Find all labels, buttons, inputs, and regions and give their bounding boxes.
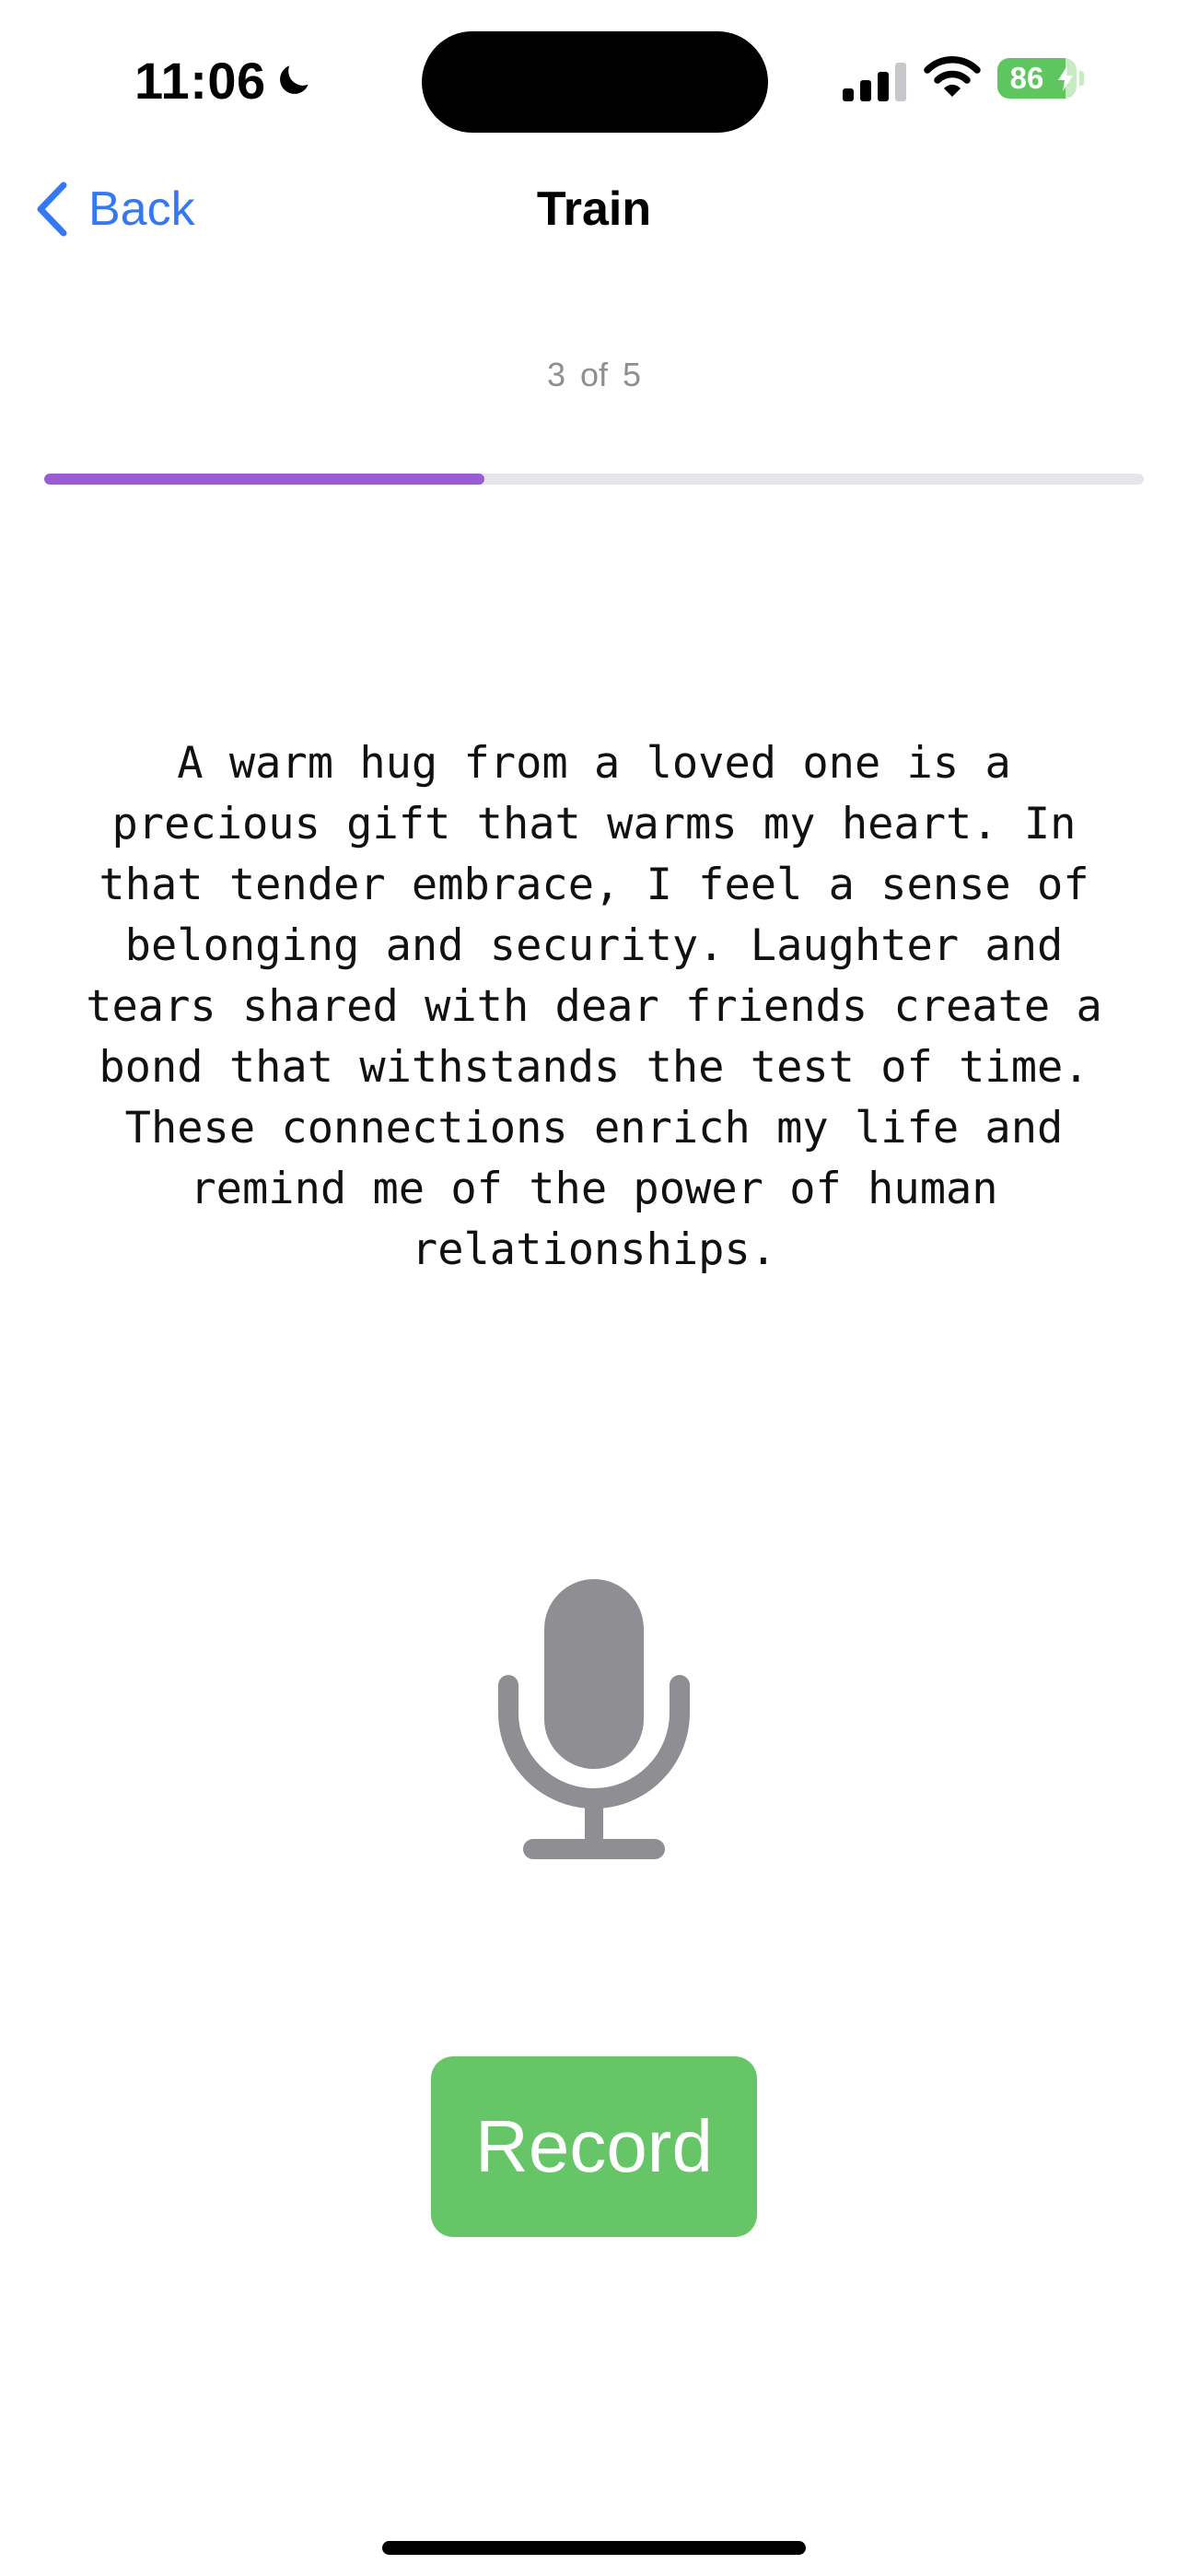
back-button[interactable]: Back (33, 177, 195, 241)
progress-bar (44, 474, 1144, 485)
battery-level-text: 86 (1009, 61, 1044, 95)
home-indicator[interactable] (382, 2541, 806, 2555)
status-time: 11:06 (134, 51, 266, 110)
record-button[interactable]: Record (431, 2056, 757, 2237)
back-label: Back (88, 182, 195, 236)
training-prompt-text: A warm hug from a loved one is a preciou… (86, 738, 1102, 1275)
battery-icon: 86 (997, 58, 1077, 99)
progress-label: 3 of 5 (546, 356, 642, 393)
moon-icon (279, 65, 309, 94)
wifi-icon (924, 55, 981, 97)
microphone-icon (498, 1579, 690, 1859)
chevron-left-icon (37, 181, 67, 237)
charging-bolt-icon (1058, 65, 1073, 91)
progress-bar-fill (44, 474, 484, 485)
status-time-group: 11:06 (134, 48, 314, 112)
dynamic-island (422, 31, 768, 133)
signal-icon (843, 63, 906, 101)
battery-cap (1079, 71, 1084, 86)
